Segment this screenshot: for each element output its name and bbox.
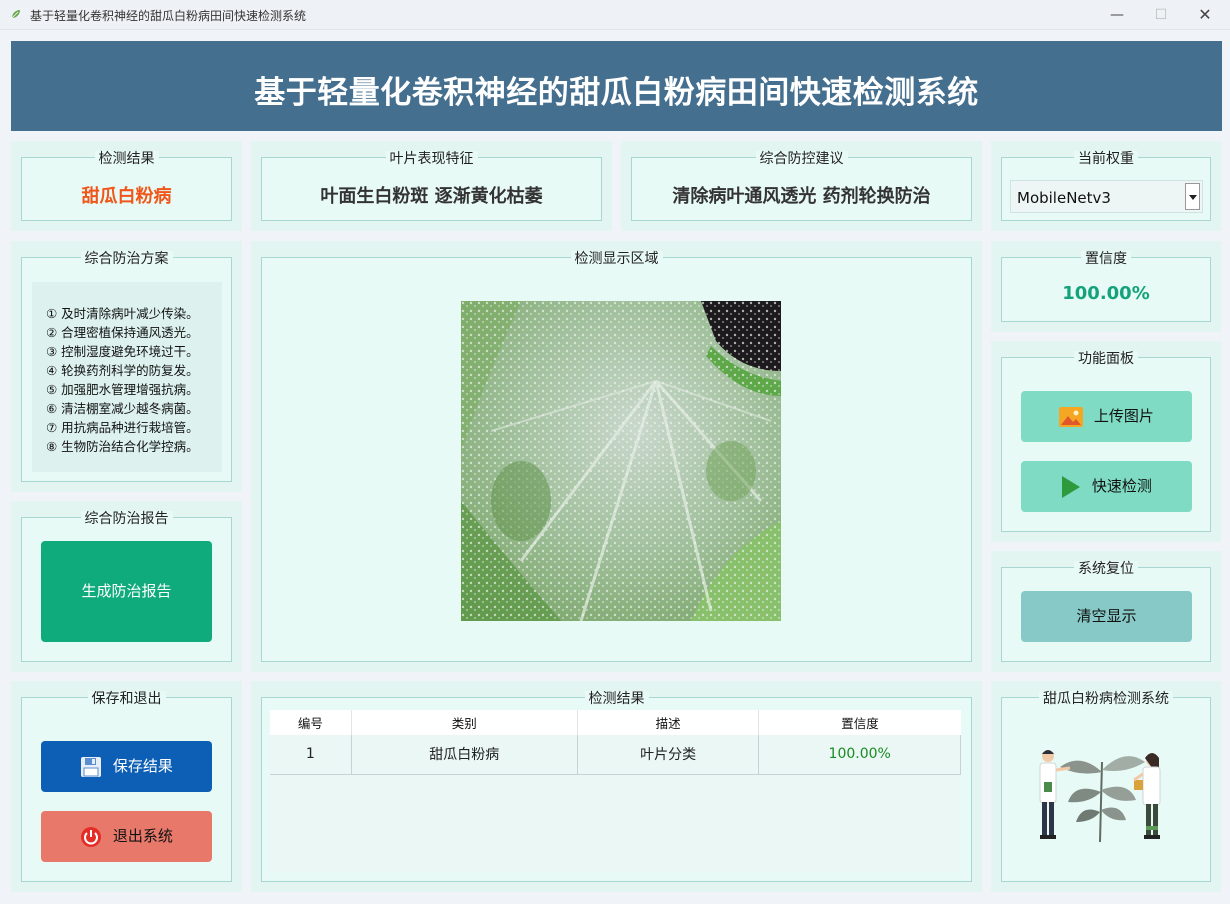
- plan-item: ⑥ 清洁棚室减少越冬病菌。: [46, 401, 199, 416]
- plan-label: 综合防治方案: [80, 251, 173, 267]
- confidence-label: 置信度: [1081, 251, 1131, 267]
- report-label: 综合防治报告: [80, 511, 173, 527]
- report-panel: 综合防治报告 生成防治报告: [11, 501, 242, 672]
- leaf-image: [461, 301, 781, 621]
- display-group: 检测显示区域: [261, 251, 972, 662]
- weight-panel: 当前权重 MobileNetv3: [991, 141, 1221, 231]
- power-icon: [81, 826, 102, 847]
- reset-label: 系统复位: [1074, 561, 1138, 577]
- function-panel: 功能面板 上传图片 快速检测: [991, 341, 1221, 542]
- cell-description: 叶片分类: [577, 735, 760, 775]
- control-advice-panel: 综合防控建议 清除病叶通风透光 药剂轮换防治: [621, 141, 982, 231]
- confidence-panel: 置信度 100.00%: [991, 241, 1221, 332]
- leaf-feature-value: 叶面生白粉斑 逐渐黄化枯萎: [320, 186, 543, 207]
- plan-item: ⑦ 用抗病品种进行栽培管。: [46, 420, 199, 435]
- upload-image-button[interactable]: 上传图片: [1021, 391, 1192, 442]
- app-title: 基于轻量化卷积神经的甜瓜白粉病田间快速检测系统: [254, 75, 979, 111]
- generate-report-label: 生成防治报告: [81, 582, 172, 600]
- detection-result-panel: 检测结果 甜瓜白粉病: [11, 141, 242, 231]
- save-result-label: 保存结果: [112, 757, 173, 775]
- close-button[interactable]: ✕: [1190, 4, 1220, 26]
- detection-result-value: 甜瓜白粉病: [81, 186, 172, 207]
- quick-detect-button[interactable]: 快速检测: [1021, 461, 1192, 512]
- confidence-group: 置信度 100.00%: [1001, 251, 1211, 322]
- weight-select[interactable]: MobileNetv3: [1010, 180, 1203, 213]
- weight-select-value: MobileNetv3: [1017, 189, 1111, 207]
- cell-category: 甜瓜白粉病: [351, 735, 578, 775]
- plan-item: ⑤ 加强肥水管理增强抗病。: [46, 382, 199, 397]
- table-row[interactable]: 1 甜瓜白粉病 叶片分类 100.00%: [270, 735, 961, 775]
- confidence-value: 100.00%: [1062, 283, 1150, 304]
- about-label: 甜瓜白粉病检测系统: [1039, 691, 1173, 707]
- control-advice-value: 清除病叶通风透光 药剂轮换防治: [672, 186, 931, 207]
- cell-confidence: 100.00%: [758, 735, 961, 775]
- chevron-down-icon[interactable]: [1185, 183, 1200, 210]
- maximize-button[interactable]: ☐: [1146, 4, 1176, 26]
- plan-item: ④ 轮换药剂科学的防复发。: [46, 363, 199, 378]
- about-panel: 甜瓜白粉病检测系统: [991, 681, 1221, 892]
- cell-id: 1: [270, 735, 352, 775]
- function-label: 功能面板: [1074, 351, 1138, 367]
- save-result-button[interactable]: 保存结果: [41, 741, 212, 792]
- display-label: 检测显示区域: [570, 251, 663, 267]
- column-header-confidence[interactable]: 置信度: [758, 710, 961, 735]
- clear-display-button[interactable]: 清空显示: [1021, 591, 1192, 642]
- results-label: 检测结果: [584, 691, 649, 707]
- weight-label: 当前权重: [1074, 151, 1138, 167]
- column-header-description[interactable]: 描述: [577, 710, 760, 735]
- plan-panel: 综合防治方案 ① 及时清除病叶减少传染。 ② 合理密植保持通风透光。 ③ 控制湿…: [11, 241, 242, 492]
- save-exit-label: 保存和退出: [87, 691, 166, 707]
- minimize-button[interactable]: —: [1102, 4, 1132, 26]
- detection-result-group: 检测结果 甜瓜白粉病: [21, 151, 232, 221]
- plan-item: ① 及时清除病叶减少传染。: [46, 306, 199, 321]
- table-empty-area: [270, 775, 961, 872]
- function-group: 功能面板 上传图片 快速检测: [1001, 351, 1211, 532]
- plan-item: ⑧ 生物防治结合化学控病。: [46, 439, 199, 454]
- generate-report-button[interactable]: 生成防治报告: [41, 541, 212, 642]
- detection-result-label: 检测结果: [94, 151, 159, 167]
- upload-image-label: 上传图片: [1093, 407, 1154, 425]
- exit-system-button[interactable]: 退出系统: [41, 811, 212, 862]
- weight-group: 当前权重 MobileNetv3: [1001, 151, 1211, 221]
- column-header-category[interactable]: 类别: [351, 710, 578, 735]
- quick-detect-label: 快速检测: [1091, 477, 1152, 495]
- leaf-feature-label: 叶片表现特征: [385, 151, 478, 167]
- reset-group: 系统复位 清空显示: [1001, 561, 1211, 662]
- plan-item: ③ 控制湿度避免环境过干。: [46, 344, 199, 359]
- window-title: 基于轻量化卷积神经的甜瓜白粉病田间快速检测系统: [30, 9, 307, 23]
- scientists-plant-illustration: [1039, 750, 1161, 843]
- column-header-id[interactable]: 编号: [270, 710, 352, 735]
- play-icon: [1062, 475, 1081, 498]
- window-title-bar: 基于轻量化卷积神经的甜瓜白粉病田间快速检测系统 — ☐ ✕: [0, 0, 1230, 30]
- report-group: 综合防治报告 生成防治报告: [21, 511, 232, 662]
- display-panel: 检测显示区域: [251, 241, 982, 672]
- leaf-feature-group: 叶片表现特征 叶面生白粉斑 逐渐黄化枯萎: [261, 151, 602, 221]
- reset-panel: 系统复位 清空显示: [991, 551, 1221, 672]
- app-header: 基于轻量化卷积神经的甜瓜白粉病田间快速检测系统: [11, 41, 1222, 131]
- results-group: 检测结果 编号 类别 描述 置信度 1 甜瓜白粉病 叶片分类 100.00%: [261, 691, 972, 882]
- results-table: 编号 类别 描述 置信度 1 甜瓜白粉病 叶片分类 100.00%: [270, 710, 961, 775]
- image-icon: [1059, 406, 1084, 427]
- save-exit-group: 保存和退出 保存结果 退出系统: [21, 691, 232, 882]
- floppy-disk-icon: [81, 756, 102, 777]
- plan-list: ① 及时清除病叶减少传染。 ② 合理密植保持通风透光。 ③ 控制湿度避免环境过干…: [32, 282, 222, 472]
- clear-display-label: 清空显示: [1076, 607, 1137, 625]
- about-group: 甜瓜白粉病检测系统: [1001, 691, 1211, 882]
- plan-group: 综合防治方案 ① 及时清除病叶减少传染。 ② 合理密植保持通风透光。 ③ 控制湿…: [21, 251, 232, 482]
- leaf-feature-panel: 叶片表现特征 叶面生白粉斑 逐渐黄化枯萎: [251, 141, 612, 231]
- save-exit-panel: 保存和退出 保存结果 退出系统: [11, 681, 242, 892]
- results-panel: 检测结果 编号 类别 描述 置信度 1 甜瓜白粉病 叶片分类 100.00%: [251, 681, 982, 892]
- control-advice-group: 综合防控建议 清除病叶通风透光 药剂轮换防治: [631, 151, 972, 221]
- control-advice-label: 综合防控建议: [755, 151, 848, 167]
- leaf-app-icon: [11, 10, 20, 19]
- exit-system-label: 退出系统: [112, 827, 173, 845]
- plan-item: ② 合理密植保持通风透光。: [46, 325, 199, 340]
